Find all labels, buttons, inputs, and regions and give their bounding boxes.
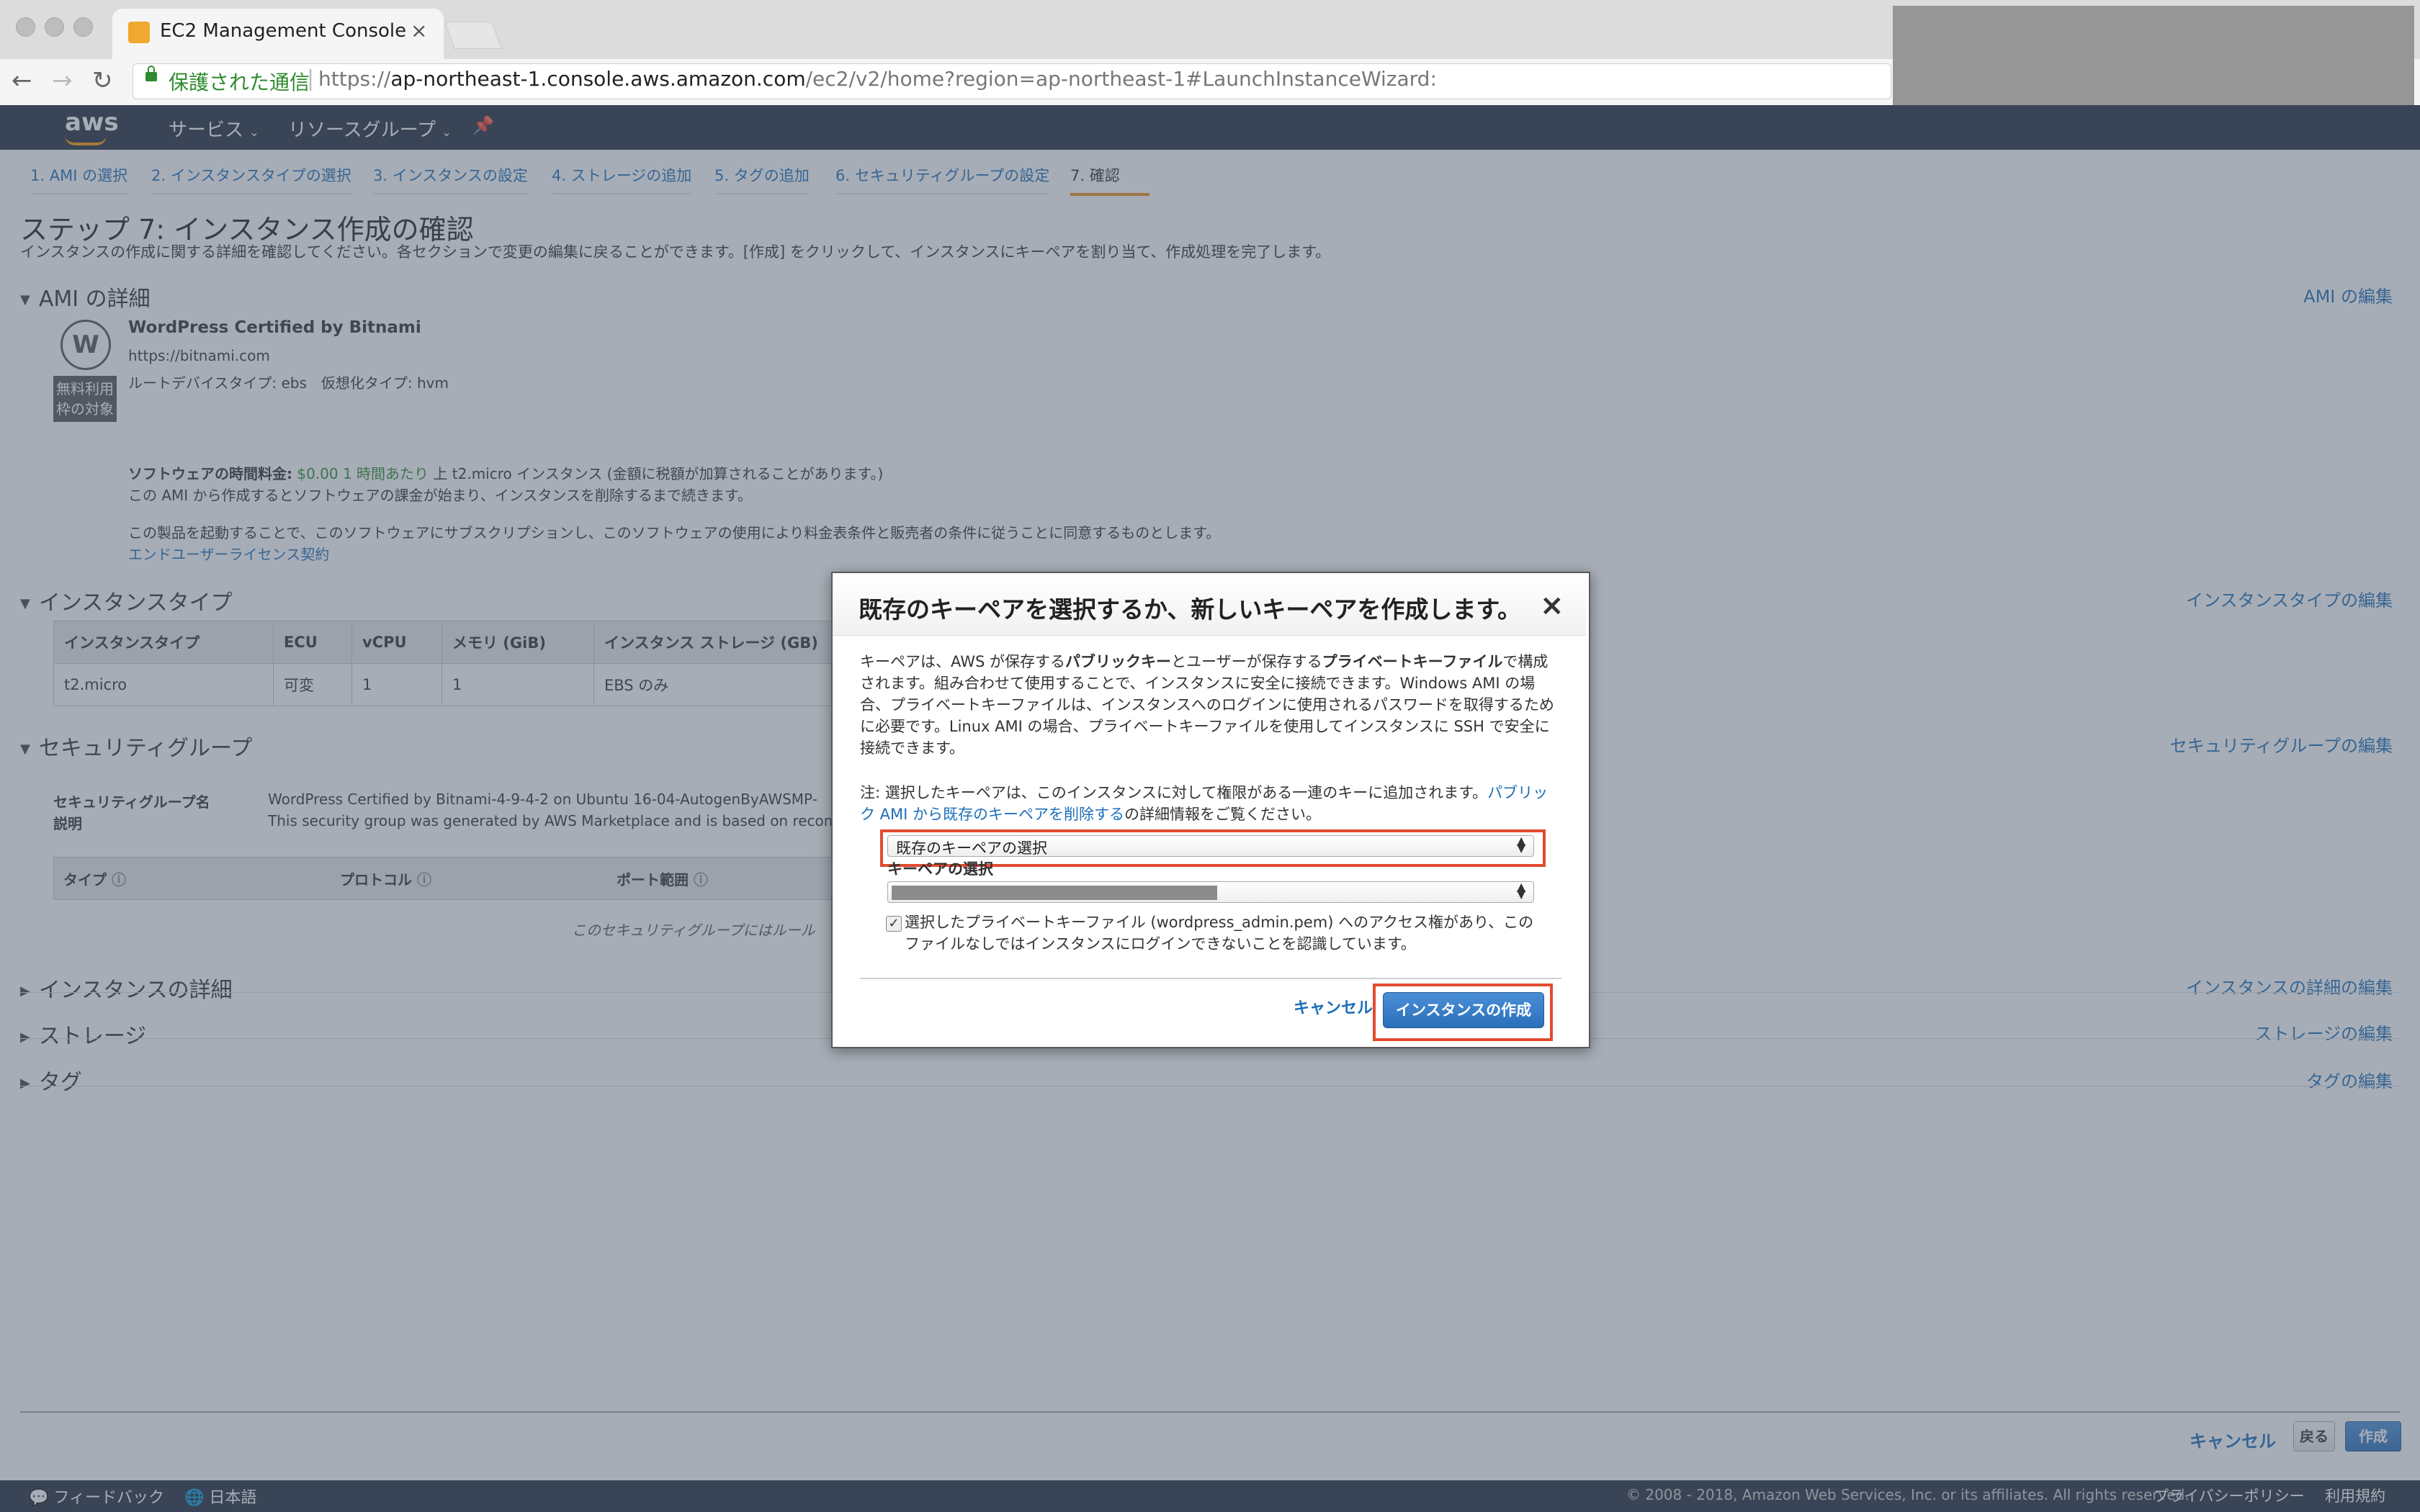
lock-icon [145, 66, 157, 81]
forward-arrow-icon[interactable]: → [52, 66, 73, 95]
url-text[interactable]: https://ap-northeast-1.console.aws.amazo… [318, 67, 1437, 91]
text-fragment: プライベートキーファイル [1322, 653, 1503, 670]
url-separator: | [307, 66, 315, 91]
acknowledge-text: 選択したプライベートキーファイル (wordpress_admin.pem) へ… [905, 914, 1534, 953]
text-fragment: の詳細情報をご覧ください。 [1124, 806, 1322, 823]
keypair-select-label: キーペアの選択 [887, 860, 993, 878]
tab-close-icon[interactable]: × [411, 19, 427, 42]
close-icon[interactable]: × [1540, 589, 1564, 622]
window-minimize-dot[interactable] [45, 17, 64, 37]
redacted-keypair-name [892, 886, 1217, 900]
text-fragment: とユーザーが保存する [1171, 653, 1322, 670]
window-close-dot[interactable] [16, 17, 35, 37]
select-arrows-icon: ▲ ▼ [1517, 880, 1526, 901]
reload-icon[interactable]: ↻ [92, 66, 113, 95]
launch-instance-button[interactable]: インスタンスの作成 [1383, 992, 1544, 1028]
url-host: ap-northeast-1.console.aws.amazon.com [390, 67, 806, 91]
new-tab-button[interactable] [444, 22, 502, 49]
text-fragment: パブリックキー [1065, 653, 1171, 670]
text-fragment: キーペアは、AWS が保存する [860, 653, 1065, 670]
dialog-divider [860, 978, 1561, 979]
keypair-option-value: 既存のキーペアの選択 [896, 840, 1047, 857]
aws-cube-icon [128, 22, 150, 43]
select-arrows-icon: ▲ ▼ [1517, 834, 1526, 855]
dialog-explanation: キーペアは、AWS が保存するパブリックキーとユーザーが保存するプライベートキー… [860, 651, 1559, 759]
url-scheme: https:// [318, 67, 391, 91]
window-zoom-dot[interactable] [73, 17, 93, 37]
text-fragment: 注: 選択したキーペアは、このインスタンスに対して権限がある一連のキーに追加され… [860, 784, 1488, 801]
tab-title: EC2 Management Console [160, 20, 407, 42]
dialog-title: 既存のキーペアを選択するか、新しいキーペアを作成します。 [859, 595, 1522, 624]
back-arrow-icon[interactable]: ← [12, 66, 32, 95]
acknowledge-checkbox[interactable]: ✓ [886, 916, 902, 932]
dialog-note: 注: 選択したキーペアは、このインスタンスに対して権限がある一連のキーに追加され… [860, 782, 1559, 825]
secure-label: 保護された通信 [169, 71, 310, 94]
url-path: /ec2/v2/home?region=ap-northeast-1#Launc… [805, 67, 1437, 91]
dialog-cancel-link[interactable]: キャンセル [1294, 995, 1373, 1018]
